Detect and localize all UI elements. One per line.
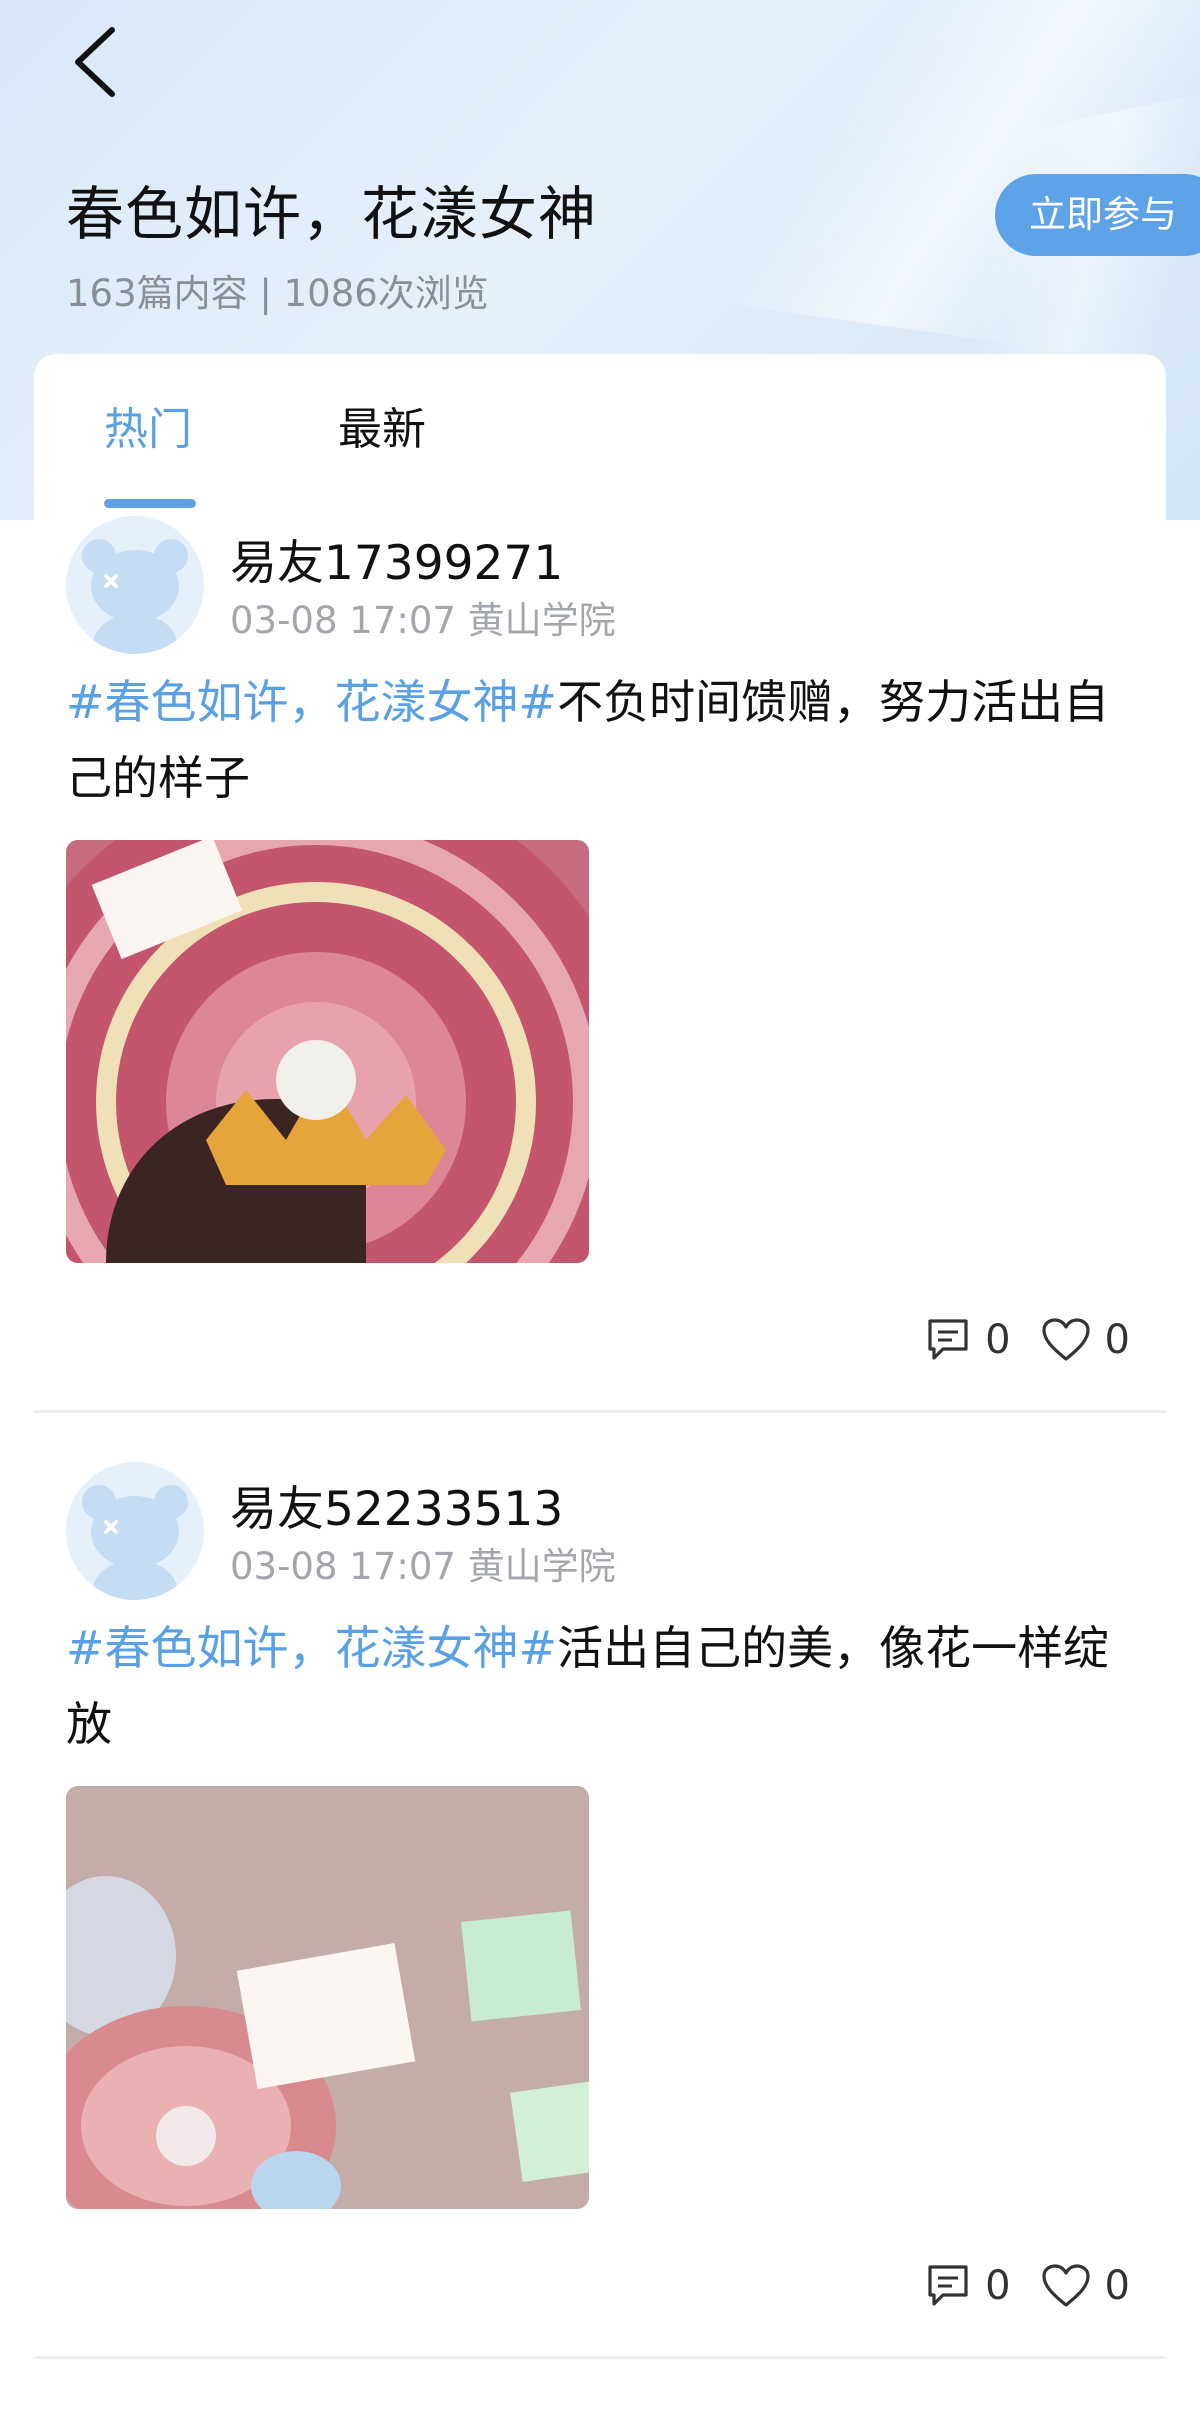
chevron-left-icon [75, 27, 115, 97]
topic-stats: 163篇内容 | 1086次浏览 [66, 272, 489, 315]
post-photo-sticky-notes [66, 1786, 589, 2209]
topic-hashtag[interactable]: #春色如许，花漾女神# [66, 675, 557, 729]
like-count: 0 [1104, 1317, 1130, 1363]
post-card[interactable]: 易友17399271 03-08 17:07 黄山学院 #春色如许，花漾女神#不… [34, 516, 1166, 1411]
heart-icon[interactable] [1041, 2263, 1091, 2309]
tab-latest[interactable]: 最新 [338, 400, 426, 460]
comment-icon[interactable] [925, 2263, 971, 2309]
post-divider [34, 1410, 1166, 1413]
avatar[interactable] [66, 516, 204, 654]
post-divider [34, 2356, 1166, 2359]
topic-hashtag[interactable]: #春色如许，花漾女神# [66, 1621, 557, 1675]
post-meta: 03-08 17:07 黄山学院 [230, 599, 616, 642]
like-count: 0 [1104, 2263, 1130, 2309]
post-image[interactable] [66, 1786, 589, 2209]
heart-icon[interactable] [1041, 1317, 1091, 1363]
author-name[interactable]: 易友17399271 [230, 534, 563, 594]
post-text: #春色如许，花漾女神#活出自己的美，像花一样绽放 [66, 1610, 1126, 1762]
back-button[interactable] [62, 22, 132, 102]
default-bear-avatar-icon [66, 1462, 204, 1600]
post-photo-crown-poster [66, 840, 589, 1263]
post-actions: 0 0 [925, 1310, 1130, 1370]
comment-count: 0 [985, 1317, 1011, 1363]
tab-hot[interactable]: 热门 [104, 400, 192, 460]
comment-icon[interactable] [925, 1317, 971, 1363]
author-name[interactable]: 易友52233513 [230, 1480, 563, 1540]
topic-title: 春色如许，花漾女神 [66, 180, 598, 248]
active-tab-indicator [104, 499, 196, 508]
post-card[interactable]: 易友52233513 03-08 17:07 黄山学院 #春色如许，花漾女神#活… [34, 1462, 1166, 2357]
post-meta: 03-08 17:07 黄山学院 [230, 1545, 616, 1588]
join-now-button[interactable]: 立即参与 [995, 174, 1200, 256]
avatar[interactable] [66, 1462, 204, 1600]
post-image[interactable] [66, 840, 589, 1263]
post-text: #春色如许，花漾女神#不负时间馈赠，努力活出自己的样子 [66, 664, 1126, 816]
default-bear-avatar-icon [66, 516, 204, 654]
comment-count: 0 [985, 2263, 1011, 2309]
post-actions: 0 0 [925, 2256, 1130, 2316]
